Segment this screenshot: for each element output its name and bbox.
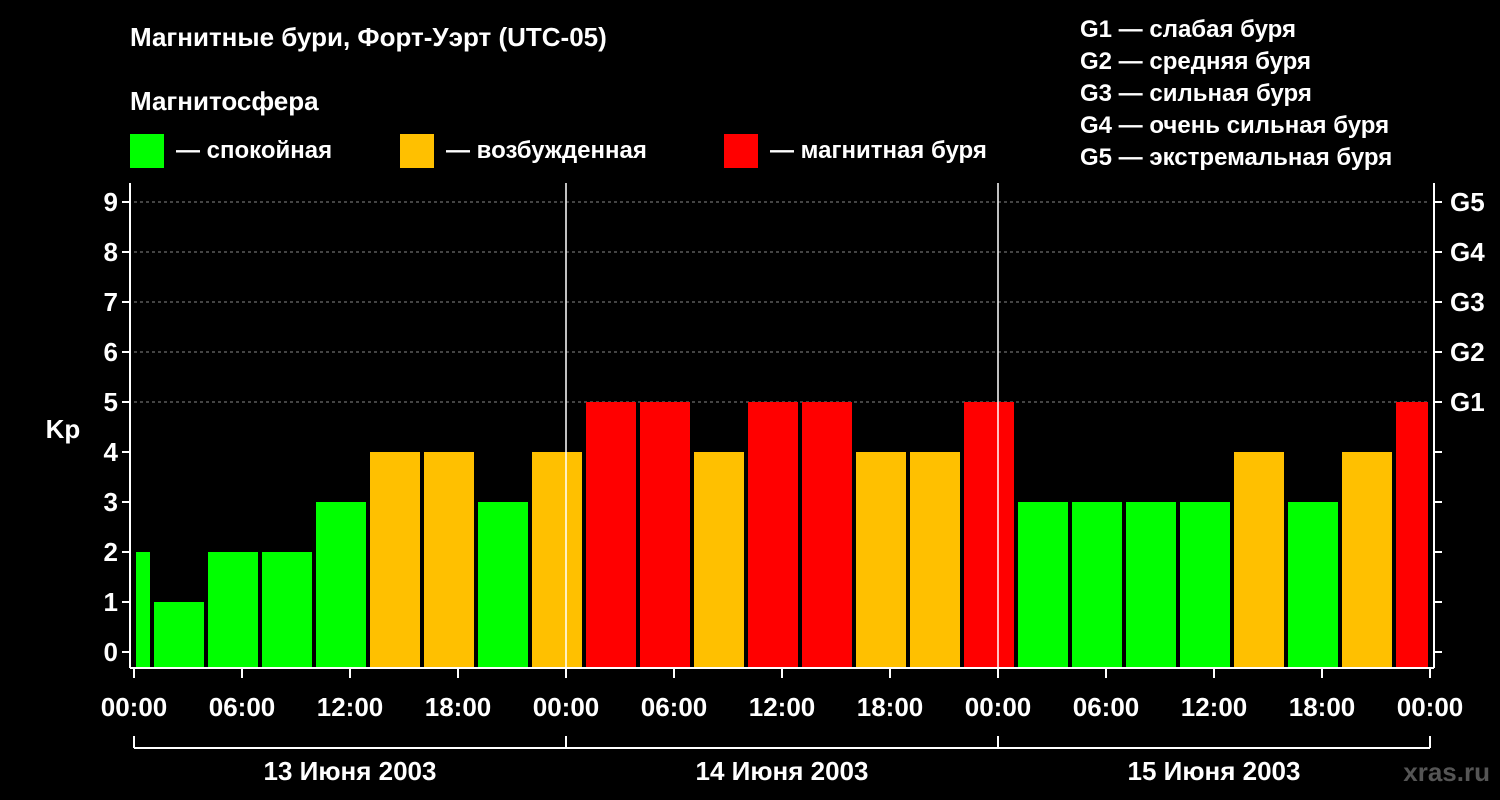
- x-tick-label-0: 00:00: [101, 692, 168, 722]
- x-tick-label-8: 00:00: [965, 692, 1032, 722]
- x-tick-label-2: 12:00: [317, 692, 384, 722]
- kp-bar-12: [748, 402, 798, 668]
- kp-bar-11: [694, 452, 744, 668]
- kp-bar-8: [532, 452, 582, 668]
- watermark: xras.ru: [1403, 757, 1490, 787]
- kp-bar-24: [1396, 402, 1428, 668]
- g-label-g5: G5: [1450, 187, 1485, 217]
- day-label-3: 15 Июня 2003: [1128, 756, 1301, 786]
- kp-bar-16: [964, 402, 1014, 668]
- g-label-g1: G1: [1450, 387, 1485, 417]
- y-tick-label-1: 1: [104, 587, 118, 617]
- g-label-g4: G4: [1450, 237, 1485, 267]
- y-tick-label-9: 9: [104, 187, 118, 217]
- kp-bar-10: [640, 402, 690, 668]
- g-label-g3: G3: [1450, 287, 1485, 317]
- g-label-g2: G2: [1450, 337, 1485, 367]
- kp-bar-21: [1234, 452, 1284, 668]
- day-label-2: 14 Июня 2003: [696, 756, 869, 786]
- x-tick-label-10: 12:00: [1181, 692, 1248, 722]
- kp-bar-9: [586, 402, 636, 668]
- y-tick-label-7: 7: [104, 287, 118, 317]
- kp-bar-4: [316, 502, 366, 668]
- y-axis-label: Kp: [46, 414, 81, 444]
- x-tick-label-9: 06:00: [1073, 692, 1140, 722]
- x-tick-label-4: 00:00: [533, 692, 600, 722]
- kp-bar-5: [370, 452, 420, 668]
- y-tick-label-2: 2: [104, 537, 118, 567]
- y-tick-label-3: 3: [104, 487, 118, 517]
- kp-bar-2: [208, 552, 258, 668]
- kp-bar-18: [1072, 502, 1122, 668]
- day-label-1: 13 Июня 2003: [264, 756, 437, 786]
- kp-bar-17: [1018, 502, 1068, 668]
- kp-bar-1: [154, 602, 204, 668]
- x-tick-label-3: 18:00: [425, 692, 492, 722]
- kp-bar-3: [262, 552, 312, 668]
- y-tick-label-6: 6: [104, 337, 118, 367]
- x-tick-label-12: 00:00: [1397, 692, 1464, 722]
- x-tick-label-5: 06:00: [641, 692, 708, 722]
- kp-bar-19: [1126, 502, 1176, 668]
- kp-bar-14: [856, 452, 906, 668]
- kp-bar-22: [1288, 502, 1338, 668]
- kp-bar-6: [424, 452, 474, 668]
- kp-bar-15: [910, 452, 960, 668]
- kp-chart: 0 1 2 3 4 5 6 7 8 9 G1 G2 G3 G4 G5 Kp 00:00 06:00 12:00 18:…: [46, 183, 1485, 786]
- y-tick-label-8: 8: [104, 237, 118, 267]
- kp-bar-13: [802, 402, 852, 668]
- kp-bar-0: [136, 552, 150, 668]
- kp-bar-7: [478, 502, 528, 668]
- x-tick-label-6: 12:00: [749, 692, 816, 722]
- y-tick-label-5: 5: [104, 387, 118, 417]
- x-tick-label-1: 06:00: [209, 692, 276, 722]
- kp-bar-23: [1342, 452, 1392, 668]
- x-tick-label-7: 18:00: [857, 692, 924, 722]
- kp-bar-20: [1180, 502, 1230, 668]
- y-tick-label-4: 4: [104, 437, 119, 467]
- x-tick-label-11: 18:00: [1289, 692, 1356, 722]
- y-tick-label-0: 0: [104, 637, 118, 667]
